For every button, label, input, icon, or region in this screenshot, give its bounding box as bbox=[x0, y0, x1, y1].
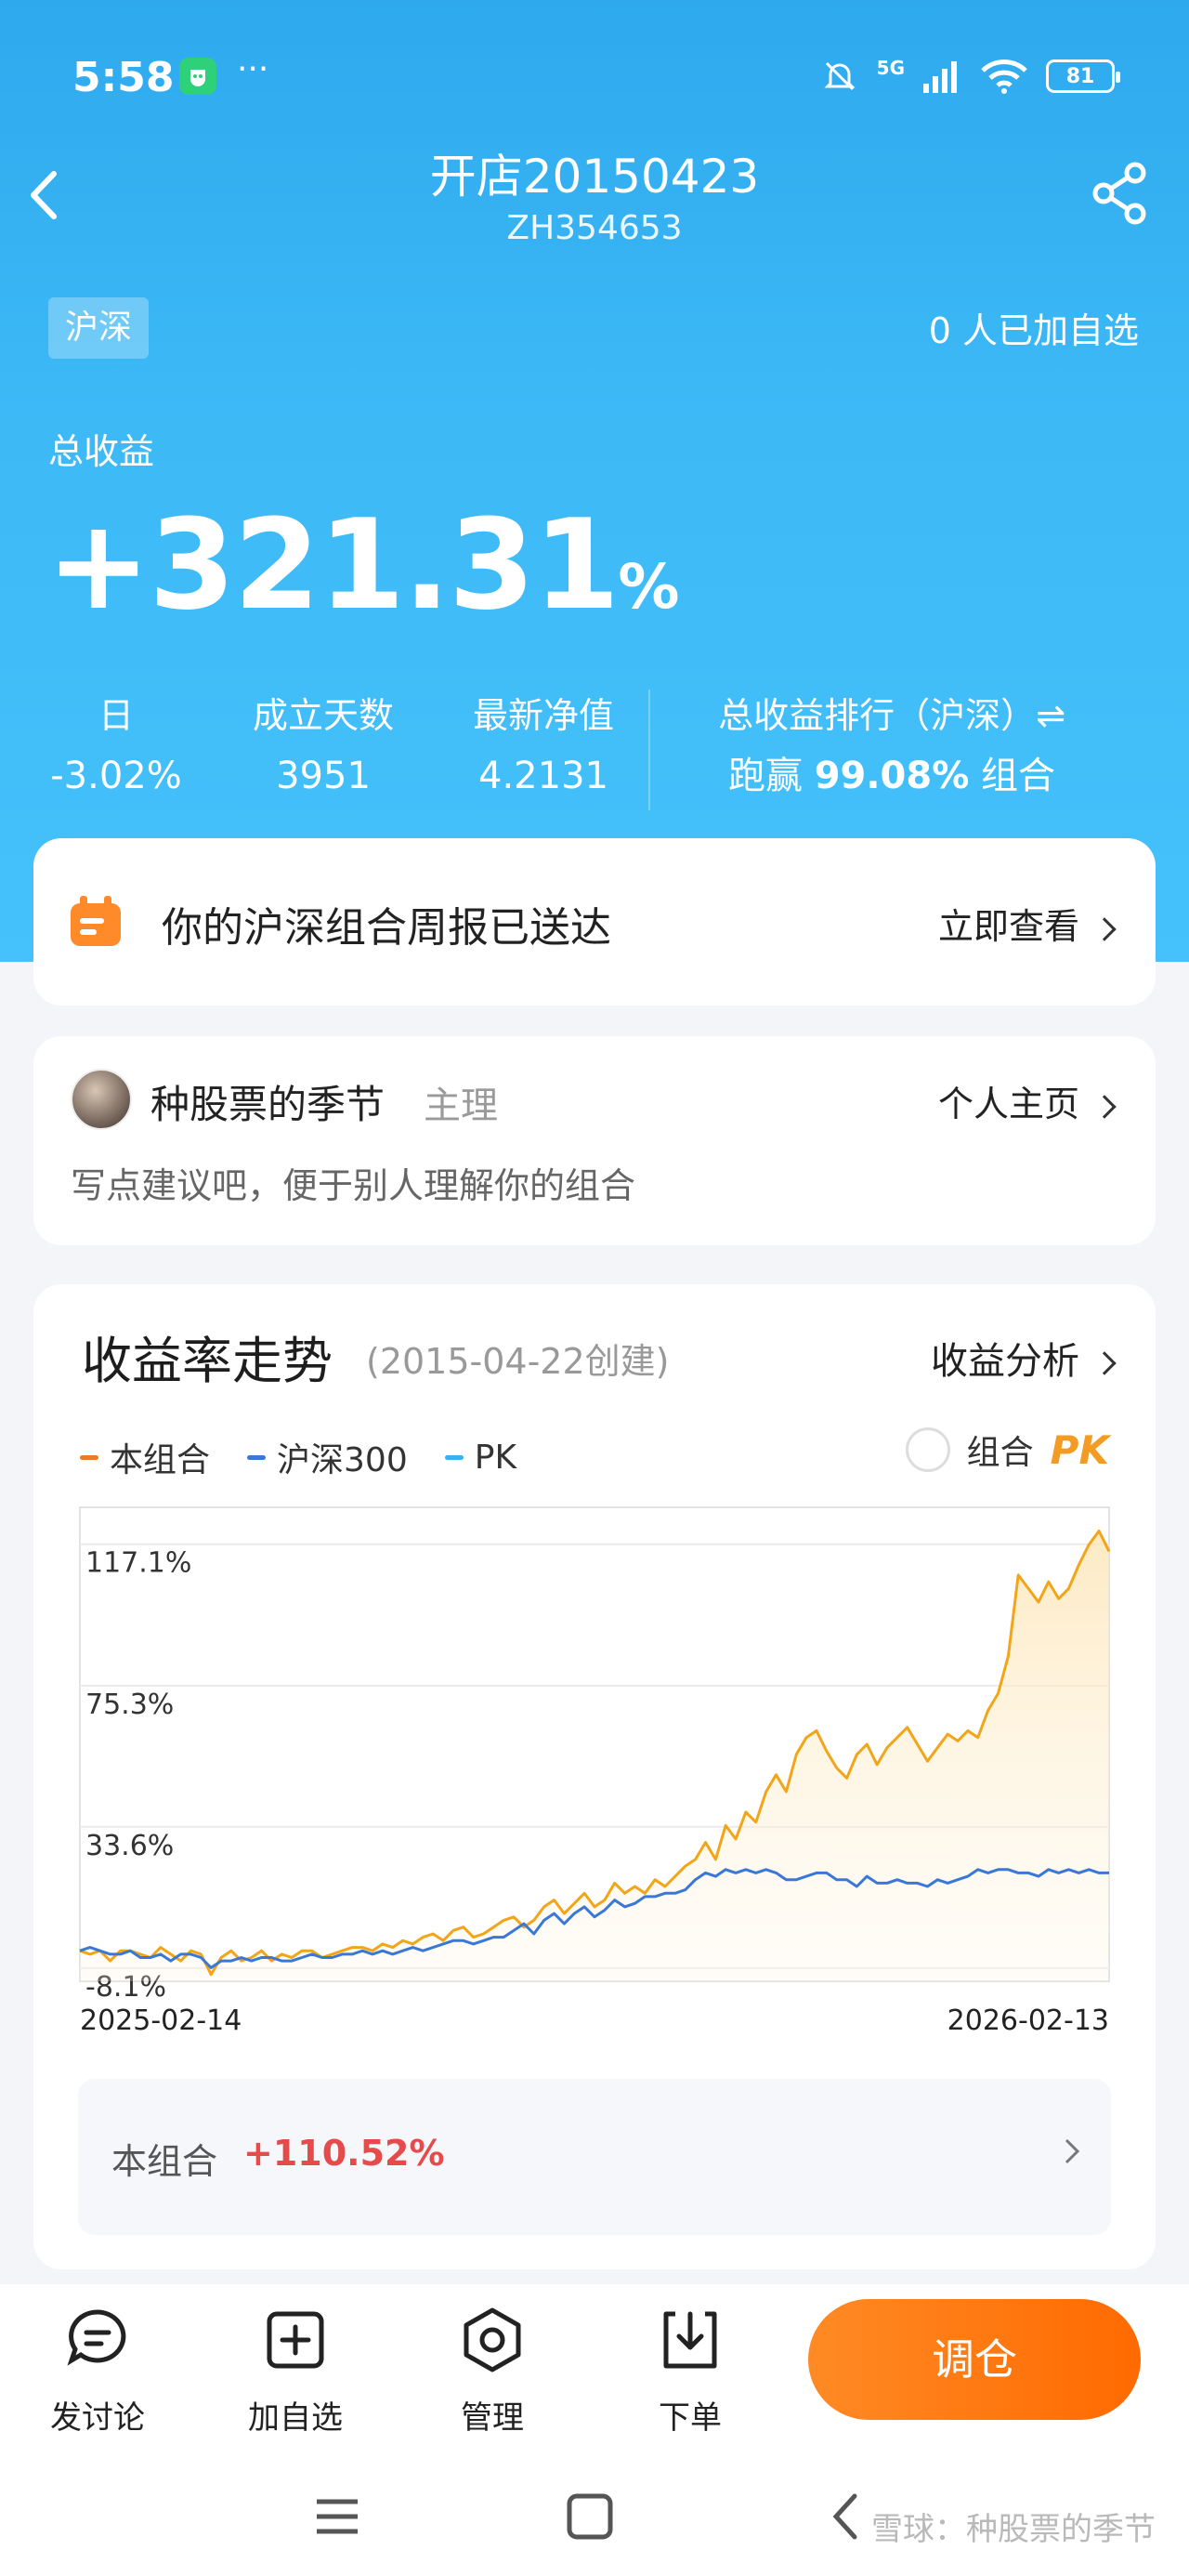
download-tray-icon bbox=[663, 2311, 717, 2369]
chart-legend: 本组合 沪深300 PK bbox=[80, 1433, 516, 1481]
chart-title: 收益率走势 bbox=[82, 1332, 333, 1390]
wifi-icon bbox=[981, 59, 1027, 94]
bottom-toolbar: 发讨论 加自选 管理 下单 调仓 雪球：种股票的季节 bbox=[0, 2284, 1189, 2576]
tab-discuss[interactable]: 发讨论 bbox=[37, 2303, 158, 2438]
portfolio-return-summary[interactable]: 本组合 +110.52% bbox=[78, 2079, 1111, 2235]
owner-name[interactable]: 种股票的季节 bbox=[150, 1073, 385, 1130]
mute-bell-icon bbox=[824, 61, 856, 91]
x-tick-label-end: 2026-02-13 bbox=[947, 2004, 1109, 2037]
tab-add-watchlist[interactable]: 加自选 bbox=[235, 2303, 356, 2438]
tab-order[interactable]: 下单 bbox=[630, 2303, 751, 2438]
return-trend-card: 117.1% 75.3% 33.6% -8.1% 2025-02-14 2026-02-1… bbox=[33, 1284, 1156, 2269]
app-notification-icon bbox=[179, 58, 216, 95]
network-label: 5G bbox=[876, 57, 905, 79]
status-bar: 5:58 ··· 5G 81 bbox=[0, 37, 1189, 121]
battery-icon: 81 bbox=[1046, 59, 1120, 93]
total-return-value: +321.31% bbox=[46, 493, 680, 637]
system-back-icon[interactable] bbox=[819, 2489, 875, 2544]
chevron-right-icon bbox=[1065, 2138, 1080, 2164]
portfolio-pk-toggle[interactable]: 组合 PK bbox=[905, 1426, 1109, 1474]
portfolio-description-prompt[interactable]: 写点建议吧，便于别人理解你的组合 bbox=[71, 1157, 635, 1208]
portfolio-header: 5:58 ··· 5G 81 开店20150423 ZH354653 沪深 0 … bbox=[0, 0, 1189, 962]
hexagon-settings-icon bbox=[464, 2307, 521, 2372]
more-notifications-icon: ··· bbox=[237, 50, 269, 88]
stats-divider bbox=[648, 690, 650, 810]
owner-card: 种股票的季节 主理 个人主页 写点建议吧，便于别人理解你的组合 bbox=[33, 1036, 1156, 1245]
summary-value: +110.52% bbox=[243, 2133, 445, 2174]
report-message: 你的沪深组合周报已送达 bbox=[162, 904, 611, 952]
chevron-right-icon bbox=[1092, 1094, 1117, 1119]
status-time: 5:58 bbox=[72, 54, 175, 101]
followers-count: 0 人已加自选 bbox=[928, 310, 1139, 351]
stat-daily: 日 -3.02% bbox=[50, 695, 182, 797]
chevron-right-icon bbox=[1092, 1351, 1117, 1375]
share-icon[interactable] bbox=[1089, 160, 1154, 225]
chevron-right-icon bbox=[1092, 916, 1117, 941]
y-tick-label: 117.1% bbox=[85, 1547, 191, 1580]
portfolio-title: 开店20150423 bbox=[429, 150, 760, 204]
market-tag: 沪深 bbox=[48, 297, 150, 359]
legend-portfolio[interactable]: 本组合 bbox=[80, 1433, 210, 1481]
menu-icon[interactable] bbox=[309, 2489, 365, 2544]
return-analysis-link[interactable]: 收益分析 bbox=[931, 1331, 1117, 1385]
weekly-report-card[interactable]: 你的沪深组合周报已送达 立即查看 bbox=[33, 838, 1156, 1005]
stats-row: 日 -3.02% 成立天数 3951 最新净值 4.2131 总收益排行（沪深）… bbox=[0, 690, 1189, 820]
stat-nav: 最新净值 4.2131 bbox=[472, 695, 614, 797]
view-report-link[interactable]: 立即查看 bbox=[938, 898, 1117, 949]
return-chart: 117.1%75.3%33.6%-8.1%2025-02-14 2026-02-1… bbox=[79, 1506, 1111, 2037]
home-square-icon[interactable] bbox=[562, 2489, 618, 2544]
comment-icon bbox=[67, 2309, 126, 2366]
rebalance-button[interactable]: 调仓 bbox=[808, 2299, 1141, 2420]
total-return-label: 总收益 bbox=[48, 431, 155, 472]
owner-role-badge: 主理 bbox=[424, 1084, 498, 1127]
stat-days: 成立天数 3951 bbox=[252, 695, 394, 797]
pk-badge: PK bbox=[1050, 1426, 1109, 1473]
avatar[interactable] bbox=[71, 1069, 132, 1130]
portfolio-area bbox=[80, 1531, 1109, 1981]
signal-icon bbox=[923, 61, 957, 93]
portfolio-code: ZH354653 bbox=[506, 209, 683, 247]
y-tick-label: 33.6% bbox=[85, 1830, 174, 1862]
summary-label: 本组合 bbox=[111, 2141, 218, 2182]
watermark: 雪球：种股票的季节 bbox=[871, 2511, 1156, 2548]
add-square-icon bbox=[267, 2311, 324, 2369]
profile-link[interactable]: 个人主页 bbox=[938, 1075, 1117, 1126]
y-tick-label: 75.3% bbox=[85, 1689, 174, 1721]
legend-pk[interactable]: PK bbox=[444, 1433, 516, 1481]
report-icon bbox=[71, 896, 121, 946]
radio-circle-icon[interactable] bbox=[905, 1427, 950, 1472]
x-tick-label-start: 2025-02-14 bbox=[80, 2004, 242, 2037]
legend-index[interactable]: 沪深300 bbox=[247, 1433, 408, 1481]
tab-manage[interactable]: 管理 bbox=[432, 2303, 553, 2438]
created-date: (2015-04-22创建) bbox=[366, 1341, 670, 1382]
rank-toggle[interactable]: 总收益排行（沪深）⇌ 跑赢 99.08% 组合 bbox=[687, 690, 1096, 810]
